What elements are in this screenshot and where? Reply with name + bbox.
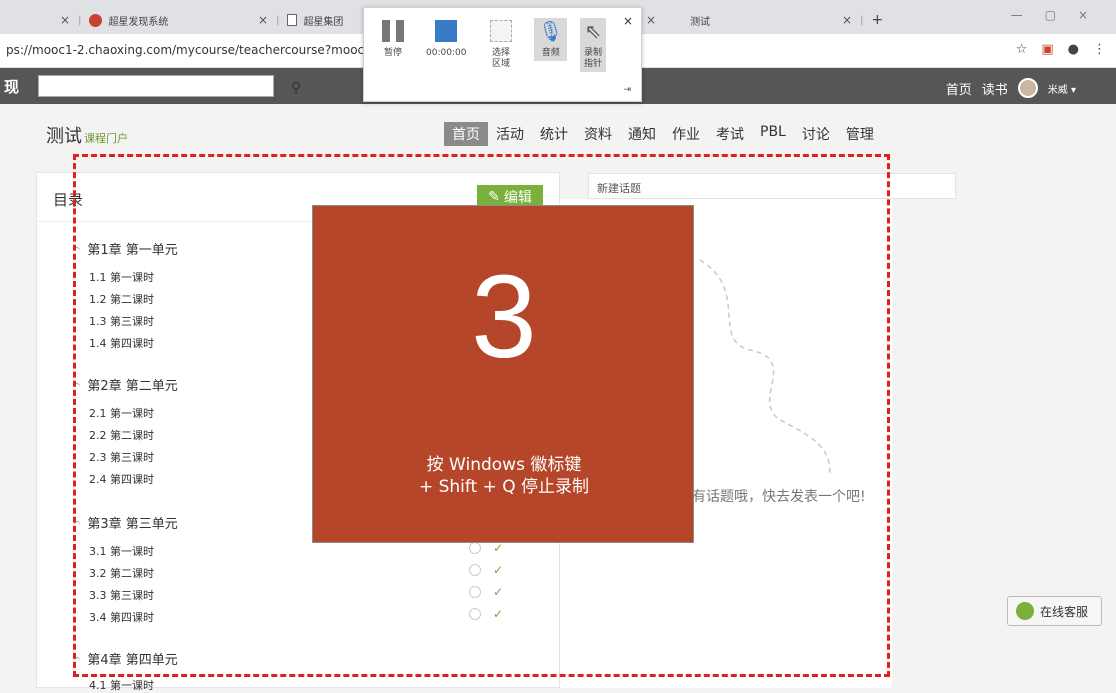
support-label: 在线客服 <box>1040 604 1089 619</box>
tab-activity[interactable]: 活动 <box>488 122 532 146</box>
course-title: 测试 课程门户 <box>46 122 128 148</box>
pin-icon[interactable]: ⇥ <box>623 85 631 95</box>
minimize-icon[interactable]: — <box>1011 8 1045 22</box>
close-icon[interactable]: × <box>623 14 633 28</box>
tab-manage[interactable]: 管理 <box>838 122 882 146</box>
hint-line: 按 Windows 徽标键 <box>426 455 582 475</box>
red-circle-icon <box>89 13 103 27</box>
close-tab-icon[interactable]: × <box>60 13 70 27</box>
header-link-home[interactable]: 首页 <box>946 79 972 98</box>
hint-line: + Shift + Q 停止录制 <box>418 477 590 497</box>
recording-timer: 00:00:00 <box>426 48 467 58</box>
tab-home[interactable]: 首页 <box>444 122 488 146</box>
header-link-reading[interactable]: 读书 <box>982 79 1008 98</box>
stop-recording-hint: 按 Windows 徽标键 + Shift + Q 停止录制 <box>313 454 695 498</box>
headset-icon <box>1016 602 1034 620</box>
tab-exam[interactable]: 考试 <box>708 122 752 146</box>
tab-label: 测试 <box>690 16 711 28</box>
close-window-icon[interactable]: × <box>1078 8 1110 22</box>
select-area-icon <box>490 20 512 42</box>
screen-recorder-toolbar: 暂停 00:00:00 选择 区域 🎙 音频 ⇖ 录制 指针 × ⇥ <box>363 7 642 102</box>
course-title-text: 测试 <box>46 126 82 147</box>
stop-button[interactable]: 00:00:00 <box>426 20 466 59</box>
user-name[interactable]: 米威 ▾ <box>1048 81 1076 96</box>
menu-icon[interactable]: ⋮ <box>1093 42 1106 57</box>
select-area-button[interactable]: 选择 区域 <box>490 20 512 70</box>
site-logo[interactable]: 现 <box>4 76 19 97</box>
extension-icon[interactable]: ▣ <box>1041 42 1053 57</box>
online-support-button[interactable]: 在线客服 <box>1007 596 1102 626</box>
address-bar-icons: ☆ ▣ ● ⋮ <box>1016 42 1106 57</box>
browser-tab-3[interactable]: × 测试 <box>646 6 710 34</box>
tab-discussion[interactable]: 讨论 <box>794 122 838 146</box>
tab-homework[interactable]: 作业 <box>664 122 708 146</box>
browser-tab-1[interactable]: × | 超星发现系统 <box>60 6 168 34</box>
lesson-item[interactable]: 4.1 第一课时 <box>89 677 154 693</box>
page-icon <box>287 14 298 26</box>
course-nav: 测试 课程门户 首页 活动 统计 资料 通知 作业 考试 PBL 讨论 管理 <box>0 104 1116 156</box>
pause-icon <box>382 20 404 42</box>
cursor-icon: ⇖ <box>584 19 602 43</box>
course-portal-link[interactable]: 课程门户 <box>84 132 128 145</box>
browser-tab-2[interactable]: × | 超星集团 <box>258 6 343 34</box>
bookmark-star-icon[interactable]: ☆ <box>1016 42 1028 57</box>
tab-label: 超星发现系统 <box>108 16 169 28</box>
profile-icon[interactable]: ● <box>1068 42 1079 57</box>
tab-divider: | <box>276 14 280 26</box>
record-pointer-toggle[interactable]: ⇖ 录制 指针 <box>580 18 607 72</box>
close-tab-icon[interactable]: × <box>646 13 656 27</box>
tab-divider: | <box>78 14 82 26</box>
search-icon[interactable]: ⚲ <box>291 80 301 96</box>
header-links: 首页 读书 米威 ▾ <box>946 78 1076 98</box>
tab-stats[interactable]: 统计 <box>532 122 576 146</box>
restore-icon[interactable]: ▢ <box>1045 8 1078 22</box>
recording-countdown: 3 按 Windows 徽标键 + Shift + Q 停止录制 <box>312 205 694 543</box>
browser-tab-4[interactable]: × | + <box>842 6 883 34</box>
close-tab-icon[interactable]: × <box>258 13 268 27</box>
pause-button[interactable]: 暂停 <box>382 20 404 59</box>
audio-toggle[interactable]: 🎙 音频 <box>534 18 568 61</box>
microphone-icon: 🎙 <box>538 19 564 43</box>
countdown-number: 3 <box>471 251 537 383</box>
url-field[interactable]: ps://mooc1-2.chaoxing.com/mycourse/teach… <box>6 43 393 57</box>
stop-icon <box>435 20 458 42</box>
tab-materials[interactable]: 资料 <box>576 122 620 146</box>
close-tab-icon[interactable]: × <box>842 13 852 27</box>
tab-divider: | <box>860 14 864 26</box>
new-tab-button[interactable]: + <box>871 12 883 28</box>
tab-label: 超星集团 <box>303 16 344 28</box>
search-input[interactable]: ⚲ <box>38 75 301 97</box>
window-controls: —▢× <box>1011 8 1110 22</box>
course-tabs: 首页 活动 统计 资料 通知 作业 考试 PBL 讨论 管理 <box>444 122 882 146</box>
avatar[interactable] <box>1017 78 1038 98</box>
tab-notices[interactable]: 通知 <box>620 122 664 146</box>
tab-pbl[interactable]: PBL <box>752 122 794 146</box>
